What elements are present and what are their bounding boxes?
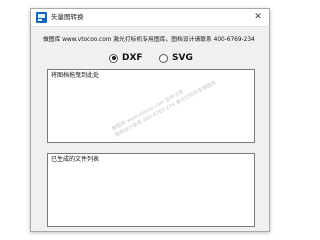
radio-dxf[interactable]: DXF [109,51,143,65]
close-button[interactable]: ✕ [247,9,269,26]
radio-svg[interactable]: SVG [159,51,193,65]
radio-svg-label: SVG [172,53,193,63]
drop-area[interactable]: 将图档拖曳到此处 [47,69,255,143]
file-list-placeholder: 已生成的文件列表 [51,156,100,163]
converter-window: 矢量图转换 ✕ 做图库 www.vtocoo.com 激光打标机专用图库，图档设… [30,8,270,232]
format-radio-group: DXF SVG [109,51,229,65]
file-list[interactable]: 已生成的文件列表 [47,153,255,227]
info-text: 做图库 www.vtocoo.com 激光打标机专用图库，图档设计请联系 400… [43,37,255,43]
radio-dxf-indicator[interactable] [109,53,118,63]
drop-area-placeholder: 将图档拖曳到此处 [51,72,100,79]
radio-dxf-label: DXF [122,53,143,63]
radio-svg-indicator[interactable] [159,53,168,63]
app-logo-icon [36,12,47,23]
window-title: 矢量图转换 [51,13,84,21]
title-bar[interactable]: 矢量图转换 ✕ [31,9,269,27]
